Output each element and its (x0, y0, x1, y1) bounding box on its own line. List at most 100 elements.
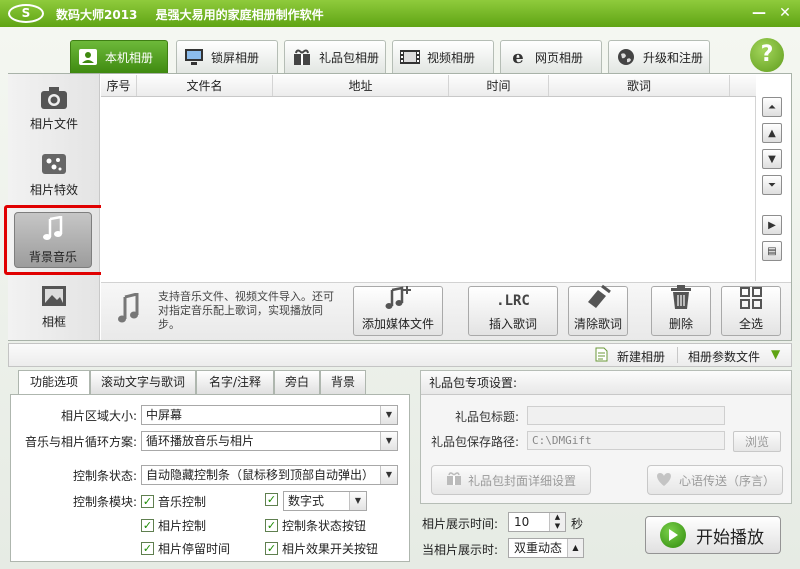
globe-icon (615, 47, 637, 67)
checkbox-checked-icon: ✓ (141, 495, 154, 508)
insert-lyrics-button[interactable]: .LRC 插入歌词 (468, 286, 558, 336)
play-preview-button[interactable]: ▶ (762, 215, 782, 235)
sidebar-item-frame[interactable]: 相框 (8, 276, 100, 336)
select-value: 循环播放音乐与相片 (146, 434, 255, 448)
add-music-icon (384, 284, 412, 313)
document-icon (595, 347, 608, 365)
new-album-link[interactable]: 新建相册 (617, 348, 665, 365)
sidebar-item-photo-effects[interactable]: 相片特效 (8, 144, 100, 204)
tab-local-album[interactable]: 本机相册 (70, 40, 168, 73)
file-list-header: 序号 文件名 地址 时间 歌词 (101, 75, 756, 97)
frame-icon (40, 283, 68, 309)
browse-button[interactable]: 浏览 (733, 431, 781, 452)
chevron-up-icon: ▲ (567, 539, 583, 557)
options-area: 功能选项 滚动文字与歌词 名字/注释 旁白 背景 相片区域大小: 中屏幕 ▼ 音… (10, 370, 410, 562)
control-style-select[interactable]: 数字式 ▼ (283, 491, 367, 511)
move-top-button[interactable]: ⏶ (762, 97, 782, 117)
control-state-button-checkbox[interactable]: ✓ 控制条状态按钮 (265, 517, 366, 534)
gift-settings-title: 礼品包专项设置: (421, 371, 791, 395)
area-size-label: 相片区域大小: (60, 409, 137, 423)
gift-title-input[interactable] (527, 406, 725, 425)
double-down-icon: ⏷ (768, 179, 776, 191)
ie-icon: e (512, 46, 524, 68)
select-value: 数字式 (288, 494, 325, 508)
column-header-index[interactable]: 序号 (101, 75, 137, 96)
toolbar-tip: 支持音乐文件、视频文件导入。还可对指定音乐配上歌词，实现播放同步。 (158, 290, 334, 331)
toolbar: 支持音乐文件、视频文件导入。还可对指定音乐配上歌词，实现播放同步。 添加媒体文件… (101, 282, 791, 340)
gift-cover-settings-button[interactable]: 礼品包封面详细设置 (431, 465, 591, 495)
help-button[interactable]: ? (750, 38, 784, 72)
tab-function-options[interactable]: 功能选项 (18, 370, 90, 395)
document-button[interactable]: ▤ (762, 241, 782, 261)
film-icon (399, 47, 421, 67)
checkbox-checked-icon: ✓ (141, 542, 154, 555)
effect-toggle-button-checkbox[interactable]: ✓ 相片效果开关按钮 (265, 540, 378, 557)
heart-icon (655, 471, 673, 490)
eraser-icon (584, 284, 612, 313)
checkbox-checked-icon: ✓ (141, 519, 154, 532)
column-header-spacer (730, 75, 756, 96)
tab-upgrade-register[interactable]: 升级和注册 (608, 40, 710, 73)
column-header-time[interactable]: 时间 (449, 75, 549, 96)
clear-lyrics-button[interactable]: 清除歌词 (568, 284, 628, 336)
music-control-checkbox[interactable]: ✓ 音乐控制 (141, 493, 206, 510)
photo-duration-checkbox[interactable]: ✓ 相片停留时间 (141, 540, 230, 557)
checkbox-checked-icon: ✓ (265, 542, 278, 555)
tab-background[interactable]: 背景 (320, 370, 366, 394)
app-logo-icon: S (8, 4, 44, 23)
digital-style-checkbox[interactable]: ✓ (265, 493, 278, 506)
tab-scrolling-text-lyrics[interactable]: 滚动文字与歌词 (90, 370, 196, 394)
column-header-address[interactable]: 地址 (273, 75, 449, 96)
stepper-value: 10 (514, 515, 530, 529)
tab-gift-album[interactable]: 礼品包相册 (284, 40, 386, 73)
stepper-arrows-icon[interactable]: ▲ ▼ (549, 513, 565, 531)
music-note-icon (117, 292, 141, 328)
gift-icon (291, 47, 313, 67)
grid-icon (739, 286, 763, 313)
select-all-button[interactable]: 全选 (721, 286, 781, 336)
move-up-button[interactable]: ▲ (762, 123, 782, 143)
add-media-button[interactable]: 添加媒体文件 (353, 286, 443, 336)
selection-highlight (4, 205, 108, 275)
lrc-icon: .LRC (496, 293, 530, 309)
tab-name-notes[interactable]: 名字/注释 (196, 370, 274, 394)
album-strip: 新建相册 相册参数文件 ▼ (8, 343, 792, 367)
tab-web-album[interactable]: e 网页相册 (500, 40, 602, 73)
display-time-stepper[interactable]: 10 ▲ ▼ (508, 512, 566, 532)
trash-icon (669, 284, 693, 313)
area-size-select[interactable]: 中屏幕 ▼ (141, 405, 398, 425)
minimize-button[interactable]: — (748, 4, 770, 22)
chevron-down-icon: ▼ (380, 432, 397, 450)
control-state-select[interactable]: 自动隐藏控制条（鼠标移到顶部自动弹出） ▼ (141, 465, 398, 485)
start-play-button[interactable]: 开始播放 (645, 516, 781, 554)
sidebar-item-photo-files[interactable]: 相片文件 (8, 78, 100, 138)
move-down-button[interactable]: ▼ (762, 149, 782, 169)
tab-video-album[interactable]: 视频相册 (392, 40, 494, 73)
tab-label: 锁屏相册 (211, 50, 260, 65)
delete-button[interactable]: 删除 (651, 284, 711, 336)
album-params-link[interactable]: 相册参数文件 (688, 348, 760, 365)
tab-label: 升级和注册 (643, 50, 704, 65)
tab-lockscreen-album[interactable]: 锁屏相册 (176, 40, 278, 73)
column-header-lyrics[interactable]: 歌词 (549, 75, 730, 96)
column-header-filename[interactable]: 文件名 (137, 75, 273, 96)
move-bottom-button[interactable]: ⏷ (762, 175, 782, 195)
tab-narration[interactable]: 旁白 (274, 370, 320, 394)
gift-save-path-input[interactable]: C:\DMGift (527, 431, 725, 450)
message-preface-button[interactable]: 心语传送（序言） (647, 465, 783, 495)
dropdown-arrow-icon[interactable]: ▼ (771, 347, 780, 361)
checkbox-label: 相片效果开关按钮 (282, 542, 379, 556)
select-value: 中屏幕 (146, 408, 183, 422)
toolbar-button-label: 添加媒体文件 (361, 317, 434, 331)
title-bar: S 数码大师2013 是强大易用的家庭相册制作软件 — ✕ (0, 0, 800, 27)
loop-plan-label: 音乐与相片循环方案: (24, 435, 137, 449)
gift-title-label: 礼品包标题: (454, 410, 519, 424)
close-button[interactable]: ✕ (774, 4, 796, 22)
button-label: 心语传送（序言） (678, 473, 775, 488)
display-mode-select[interactable]: 双重动态 ▲ (508, 538, 584, 558)
file-list[interactable]: 序号 文件名 地址 时间 歌词 (101, 75, 756, 281)
loop-plan-select[interactable]: 循环播放音乐与相片 ▼ (141, 431, 398, 451)
photo-control-checkbox[interactable]: ✓ 相片控制 (141, 517, 206, 534)
play-icon: ▶ (768, 219, 776, 231)
double-up-icon: ⏶ (768, 101, 776, 113)
